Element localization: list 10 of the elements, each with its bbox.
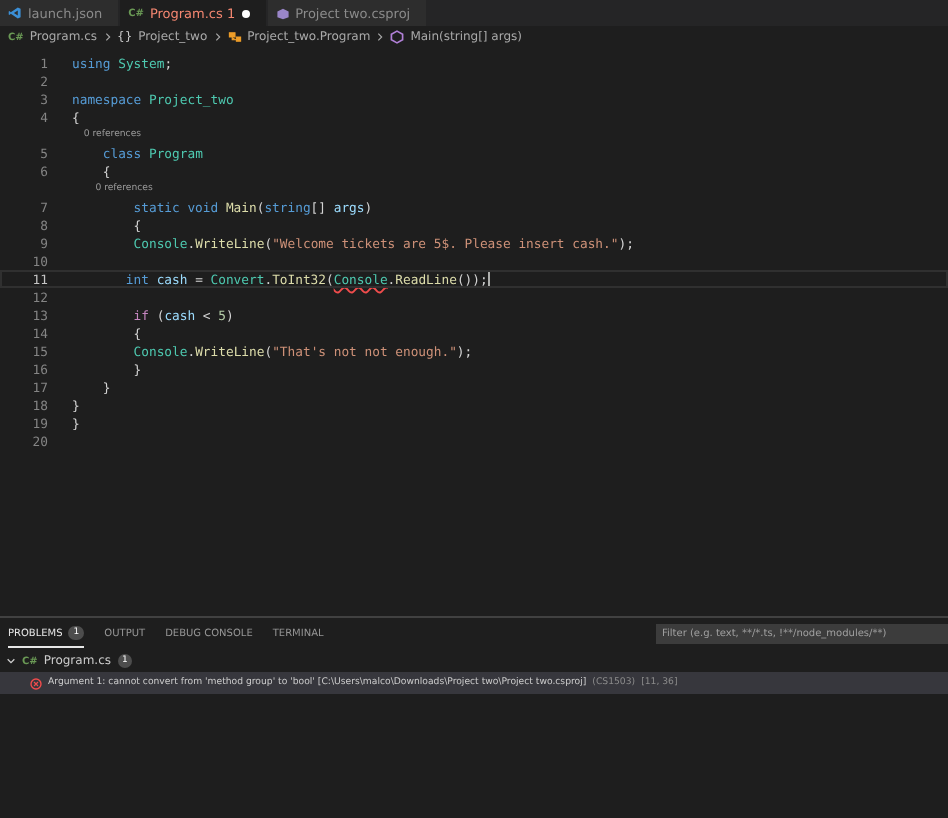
- project-icon: [275, 6, 290, 20]
- chevron-icon: [213, 32, 222, 42]
- class-icon: [227, 30, 242, 44]
- error-icon: [30, 677, 42, 689]
- modified-dot-icon: [241, 9, 250, 17]
- method-icon: [390, 30, 405, 44]
- chevron-icon: [103, 32, 112, 42]
- chevron-icon: [376, 32, 385, 42]
- chevron-icon[interactable]: [6, 656, 16, 666]
- vscode-logo-icon: [8, 6, 22, 20]
